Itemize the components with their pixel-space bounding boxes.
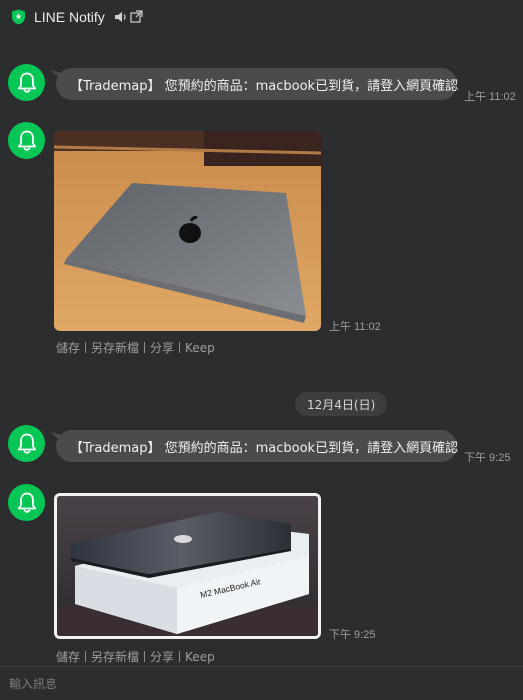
message-text: 【Trademap】 您預約的商品：macbook已到貨，請登入網頁確認 上午 …	[0, 64, 523, 104]
avatar[interactable]	[8, 122, 45, 159]
message-bubble[interactable]: 【Trademap】 您預約的商品：macbook已到貨，請登入網頁確認	[56, 430, 459, 462]
message-time: 上午 11:02	[464, 91, 516, 103]
bell-icon	[17, 130, 36, 151]
share-button[interactable]: 分享	[150, 339, 174, 356]
message-image: 上午 11:02 儲存 另存新檔 分享 Keep	[0, 122, 523, 362]
message-composer	[0, 666, 523, 700]
laptop-box-photo[interactable]: M2 MacBook Air	[54, 493, 321, 639]
message-image: M2 MacBook Air 下午 9:25 儲存 另存新檔 分享 Keep	[0, 484, 523, 664]
message-text-content: 【Trademap】 您預約的商品：macbook已到貨，請登入網頁確認	[70, 78, 459, 94]
chat-header: LINE Notify	[0, 0, 523, 34]
message-bubble[interactable]: 【Trademap】 您預約的商品：macbook已到貨，請登入網頁確認	[56, 68, 459, 100]
external-window-icon[interactable]	[130, 8, 143, 27]
avatar[interactable]	[8, 484, 45, 521]
image-actions: 儲存 另存新檔 分享 Keep	[56, 648, 215, 665]
keep-button[interactable]: Keep	[185, 341, 215, 355]
message-time: 下午 9:25	[329, 629, 376, 641]
share-button[interactable]: 分享	[150, 648, 174, 665]
save-as-button[interactable]: 另存新檔	[91, 339, 139, 356]
bell-icon	[17, 72, 36, 93]
chat-title: LINE Notify	[34, 9, 105, 25]
shield-star-icon	[11, 9, 26, 25]
message-text: 【Trademap】 您預約的商品：macbook已到貨，請登入網頁確認 下午 …	[0, 425, 523, 465]
message-input[interactable]	[0, 667, 523, 700]
bell-icon	[17, 433, 36, 454]
message-time: 下午 9:25	[464, 452, 511, 464]
save-button[interactable]: 儲存	[56, 339, 80, 356]
date-separator: 12月4日(日)	[295, 392, 388, 416]
bell-icon	[17, 492, 36, 513]
save-as-button[interactable]: 另存新檔	[91, 648, 139, 665]
keep-button[interactable]: Keep	[185, 650, 215, 664]
avatar[interactable]	[8, 64, 45, 101]
message-time: 上午 11:02	[329, 321, 381, 333]
laptop-photo[interactable]	[54, 131, 321, 331]
speaker-icon[interactable]	[114, 8, 127, 27]
message-text-content: 【Trademap】 您預約的商品：macbook已到貨，請登入網頁確認	[70, 440, 459, 456]
image-actions: 儲存 另存新檔 分享 Keep	[56, 339, 215, 356]
avatar[interactable]	[8, 425, 45, 462]
save-button[interactable]: 儲存	[56, 648, 80, 665]
